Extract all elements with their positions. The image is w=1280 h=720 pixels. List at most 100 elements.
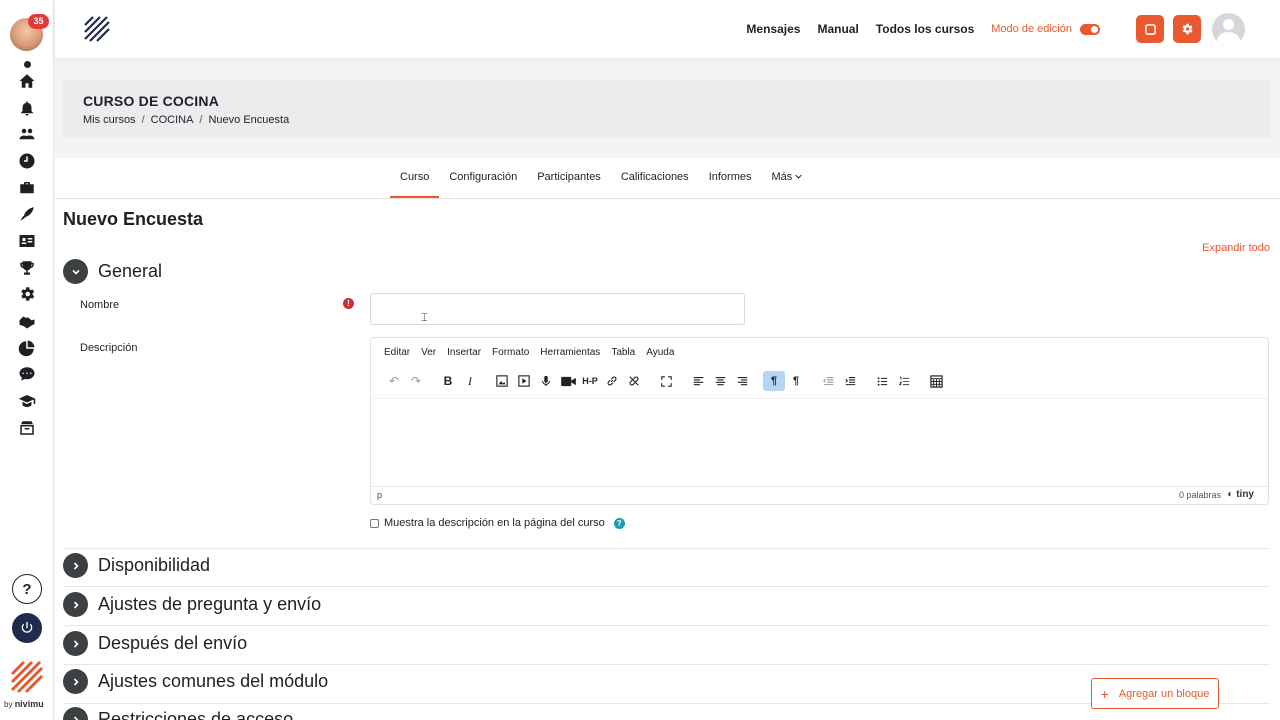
section-divider — [63, 703, 1270, 704]
element-path[interactable]: p — [377, 490, 382, 500]
numbered-list-icon[interactable] — [893, 371, 915, 391]
editor-menu-insertar[interactable]: Insertar — [447, 347, 481, 358]
box-icon[interactable] — [15, 417, 39, 439]
italic-icon[interactable]: I — [459, 371, 481, 391]
settings-button[interactable] — [1173, 15, 1201, 43]
byline: by nivimu — [4, 699, 44, 709]
breadcrumb-item-mis-cursos[interactable]: Mis cursos — [83, 114, 136, 126]
block-drawer-button[interactable] — [1136, 15, 1164, 43]
description-label: Descripción — [80, 342, 138, 354]
fullscreen-icon[interactable] — [655, 371, 677, 391]
unlink-icon[interactable] — [623, 371, 645, 391]
align-right-icon[interactable] — [731, 371, 753, 391]
nav-link-manual[interactable]: Manual — [817, 22, 858, 36]
handshake-icon[interactable] — [15, 310, 39, 332]
section-despues-envio-title: Después del envío — [98, 633, 248, 653]
bullet-list-icon[interactable] — [871, 371, 893, 391]
chevron-down-icon — [795, 174, 802, 179]
outdent-icon[interactable] — [817, 371, 839, 391]
briefcase-icon[interactable] — [15, 177, 39, 199]
tab-calificaciones[interactable]: Calificaciones — [611, 158, 699, 198]
editor-menu-herramientas[interactable]: Herramientas — [540, 347, 600, 358]
name-input[interactable]: ⌶ — [370, 293, 745, 325]
video-camera-icon[interactable] — [557, 371, 579, 391]
secondary-nav-divider — [55, 198, 1280, 199]
expand-chevron-icon[interactable] — [63, 631, 88, 656]
gear-icon[interactable] — [15, 283, 39, 305]
clock-icon[interactable] — [15, 150, 39, 172]
editor-content-area[interactable] — [371, 398, 1268, 486]
brand-logo-icon[interactable] — [83, 15, 111, 43]
rtl-direction-icon[interactable]: ¶ — [785, 371, 807, 391]
tab-configuracion[interactable]: Configuración — [439, 158, 527, 198]
section-restricciones-title: Restricciones de acceso — [98, 709, 294, 720]
trophy-icon[interactable] — [15, 257, 39, 279]
chat-icon[interactable] — [15, 363, 39, 385]
breadcrumb-item-cocina[interactable]: COCINA — [151, 114, 194, 126]
help-button[interactable]: ? — [12, 574, 42, 604]
section-disponibilidad-header[interactable]: Disponibilidad — [63, 553, 210, 578]
nav-link-mensajes[interactable]: Mensajes — [746, 22, 800, 36]
editor-menu-ayuda[interactable]: Ayuda — [646, 347, 674, 358]
add-block-button[interactable]: + Agregar un bloque — [1091, 678, 1219, 709]
expand-chevron-icon[interactable] — [63, 707, 88, 720]
user-menu-avatar[interactable] — [1212, 13, 1245, 46]
calculator-icon[interactable] — [925, 371, 947, 391]
editor-menu-editar[interactable]: Editar — [384, 347, 410, 358]
edit-mode-toggle[interactable] — [1080, 23, 1100, 35]
tiny-brand-link[interactable]: ◐ tiny — [1227, 489, 1254, 500]
section-disponibilidad-title: Disponibilidad — [98, 555, 211, 575]
nav-link-todos-los-cursos[interactable]: Todos los cursos — [876, 22, 974, 36]
logout-button[interactable] — [12, 613, 42, 643]
image-icon[interactable] — [491, 371, 513, 391]
help-icon[interactable]: ? — [613, 517, 625, 529]
section-general-header[interactable]: General — [63, 259, 162, 284]
expand-chevron-icon[interactable] — [63, 553, 88, 578]
collapse-chevron-icon[interactable] — [63, 259, 88, 284]
section-restricciones-header[interactable]: Restricciones de acceso — [63, 707, 293, 720]
edit-mode-switch[interactable]: Modo de edición — [991, 23, 1100, 35]
indent-icon[interactable] — [839, 371, 861, 391]
home-icon[interactable] — [15, 70, 39, 92]
users-icon[interactable] — [15, 123, 39, 145]
section-ajustes-comunes-header[interactable]: Ajustes comunes del módulo — [63, 669, 328, 694]
bell-icon[interactable] — [15, 97, 39, 119]
page-header: CURSO DE COCINA Mis cursos / COCINA / Nu… — [63, 80, 1270, 138]
tab-mas-label: Más — [771, 171, 793, 183]
link-icon[interactable] — [601, 371, 623, 391]
expand-all-link[interactable]: Expandir todo — [1202, 242, 1270, 254]
secondary-nav: Curso Configuración Participantes Califi… — [390, 158, 812, 198]
tab-participantes[interactable]: Participantes — [527, 158, 611, 198]
graduation-cap-icon[interactable] — [15, 390, 39, 412]
ltr-direction-icon[interactable]: ¶ — [763, 371, 785, 391]
media-icon[interactable] — [513, 371, 535, 391]
description-editor[interactable]: Editar Ver Insertar Formato Herramientas… — [370, 337, 1269, 505]
expand-chevron-icon[interactable] — [63, 669, 88, 694]
bold-icon[interactable]: B — [437, 371, 459, 391]
tab-informes[interactable]: Informes — [699, 158, 762, 198]
pie-chart-icon[interactable] — [15, 337, 39, 359]
editor-menu-formato[interactable]: Formato — [492, 347, 529, 358]
editor-menubar: Editar Ver Insertar Formato Herramientas… — [384, 347, 674, 358]
section-despues-envio-header[interactable]: Después del envío — [63, 631, 247, 656]
undo-icon[interactable]: ↶ — [383, 371, 405, 391]
section-ajustes-pregunta-header[interactable]: Ajustes de pregunta y envío — [63, 592, 321, 617]
editor-menu-ver[interactable]: Ver — [421, 347, 436, 358]
editor-menu-tabla[interactable]: Tabla — [611, 347, 635, 358]
microphone-icon[interactable] — [535, 371, 557, 391]
square-icon — [1144, 23, 1156, 35]
word-count[interactable]: 0 palabras — [1179, 490, 1221, 500]
tab-mas[interactable]: Más — [761, 158, 812, 198]
show-description-label: Muestra la descripción en la página del … — [384, 517, 605, 529]
redo-icon[interactable]: ↷ — [405, 371, 427, 391]
align-left-icon[interactable] — [687, 371, 709, 391]
tab-curso[interactable]: Curso — [390, 158, 440, 198]
quill-icon[interactable] — [15, 203, 39, 225]
expand-chevron-icon[interactable] — [63, 592, 88, 617]
editor-toolbar: ↶ ↷ B I H-P ¶ ¶ — [383, 371, 947, 391]
h5p-icon[interactable]: H-P — [579, 371, 601, 391]
align-center-icon[interactable] — [709, 371, 731, 391]
show-description-checkbox[interactable] — [370, 518, 379, 528]
show-description-row[interactable]: Muestra la descripción en la página del … — [370, 517, 625, 529]
id-card-icon[interactable] — [15, 230, 39, 252]
